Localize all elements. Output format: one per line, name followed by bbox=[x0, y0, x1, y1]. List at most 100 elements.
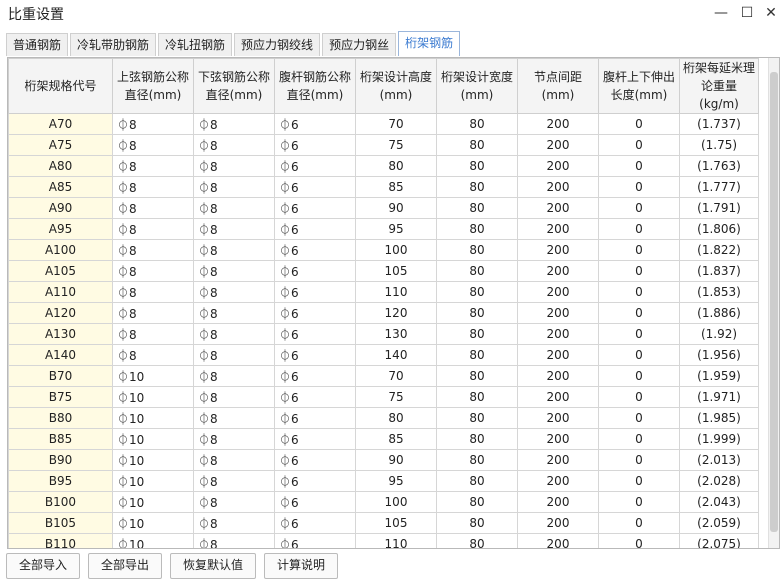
table-cell[interactable]: ⏀8 bbox=[112, 323, 194, 345]
table-cell[interactable]: 95 bbox=[355, 218, 437, 240]
table-cell[interactable]: ⏀10 bbox=[112, 407, 194, 429]
table-cell[interactable]: 200 bbox=[517, 344, 599, 366]
table-cell[interactable]: 80 bbox=[436, 533, 518, 548]
table-cell[interactable]: 80 bbox=[436, 197, 518, 219]
table-cell[interactable]: 80 bbox=[436, 428, 518, 450]
table-cell[interactable]: A85 bbox=[8, 176, 113, 198]
table-cell[interactable]: ⏀8 bbox=[193, 302, 275, 324]
table-cell[interactable]: A120 bbox=[8, 302, 113, 324]
table-cell[interactable]: 80 bbox=[436, 386, 518, 408]
column-header[interactable]: 桁架每延米理论重量(kg/m) bbox=[679, 58, 759, 114]
table-row[interactable]: B70 ⏀10 ⏀8 ⏀6 70 80 200 0 (1.959) bbox=[8, 365, 759, 387]
tab-3[interactable]: 预应力钢绞线 bbox=[234, 33, 321, 56]
table-cell[interactable]: 80 bbox=[436, 281, 518, 303]
table-cell[interactable]: 200 bbox=[517, 533, 599, 548]
column-header[interactable]: 腹杆钢筋公称直径(mm) bbox=[274, 58, 356, 114]
table-cell[interactable]: A80 bbox=[8, 155, 113, 177]
table-cell[interactable]: ⏀8 bbox=[112, 281, 194, 303]
table-cell[interactable]: ⏀6 bbox=[274, 281, 356, 303]
table-cell[interactable]: 0 bbox=[598, 323, 680, 345]
table-cell[interactable]: ⏀8 bbox=[112, 302, 194, 324]
table-cell[interactable]: (2.013) bbox=[679, 449, 759, 471]
table-cell[interactable]: (1.92) bbox=[679, 323, 759, 345]
table-cell[interactable]: 0 bbox=[598, 365, 680, 387]
table-cell[interactable]: ⏀6 bbox=[274, 323, 356, 345]
table-cell[interactable]: 80 bbox=[436, 344, 518, 366]
table-cell[interactable]: 0 bbox=[598, 302, 680, 324]
table-cell[interactable]: 200 bbox=[517, 386, 599, 408]
table-cell[interactable]: 80 bbox=[436, 302, 518, 324]
table-cell[interactable]: 80 bbox=[436, 134, 518, 156]
table-cell[interactable]: ⏀10 bbox=[112, 470, 194, 492]
table-cell[interactable]: B70 bbox=[8, 365, 113, 387]
table-cell[interactable]: B80 bbox=[8, 407, 113, 429]
table-cell[interactable]: ⏀8 bbox=[193, 533, 275, 548]
table-cell[interactable]: A95 bbox=[8, 218, 113, 240]
table-cell[interactable]: 200 bbox=[517, 323, 599, 345]
tab-2[interactable]: 冷轧扭钢筋 bbox=[158, 33, 233, 56]
table-cell[interactable]: ⏀8 bbox=[193, 281, 275, 303]
table-cell[interactable]: ⏀8 bbox=[112, 176, 194, 198]
table-cell[interactable]: ⏀6 bbox=[274, 449, 356, 471]
table-cell[interactable]: ⏀8 bbox=[193, 239, 275, 261]
table-cell[interactable]: 0 bbox=[598, 491, 680, 513]
table-cell[interactable]: (2.059) bbox=[679, 512, 759, 534]
column-header[interactable]: 节点间距(mm) bbox=[517, 58, 599, 114]
table-cell[interactable]: ⏀8 bbox=[193, 155, 275, 177]
table-row[interactable]: A70 ⏀8 ⏀8 ⏀6 70 80 200 0 (1.737) bbox=[8, 113, 759, 135]
table-cell[interactable]: 70 bbox=[355, 113, 437, 135]
table-cell[interactable]: ⏀8 bbox=[193, 512, 275, 534]
table-cell[interactable]: (1.837) bbox=[679, 260, 759, 282]
table-cell[interactable]: ⏀8 bbox=[193, 323, 275, 345]
table-cell[interactable]: ⏀6 bbox=[274, 260, 356, 282]
table-cell[interactable]: 80 bbox=[436, 323, 518, 345]
table-cell[interactable]: (2.043) bbox=[679, 491, 759, 513]
table-cell[interactable]: 75 bbox=[355, 386, 437, 408]
table-cell[interactable]: (1.791) bbox=[679, 197, 759, 219]
table-cell[interactable]: 80 bbox=[436, 512, 518, 534]
action-button-0[interactable]: 全部导入 bbox=[6, 553, 81, 579]
table-cell[interactable]: (1.959) bbox=[679, 365, 759, 387]
table-cell[interactable]: 80 bbox=[436, 491, 518, 513]
table-cell[interactable]: A130 bbox=[8, 323, 113, 345]
table-row[interactable]: A120 ⏀8 ⏀8 ⏀6 120 80 200 0 (1.886) bbox=[8, 302, 759, 324]
table-cell[interactable]: ⏀6 bbox=[274, 386, 356, 408]
table-cell[interactable]: ⏀6 bbox=[274, 533, 356, 548]
table-cell[interactable]: A110 bbox=[8, 281, 113, 303]
table-cell[interactable]: 80 bbox=[436, 155, 518, 177]
column-header[interactable]: 桁架规格代号 bbox=[8, 58, 113, 114]
table-cell[interactable]: 90 bbox=[355, 449, 437, 471]
table-cell[interactable]: ⏀6 bbox=[274, 218, 356, 240]
table-cell[interactable]: 200 bbox=[517, 470, 599, 492]
table-cell[interactable]: ⏀10 bbox=[112, 512, 194, 534]
table-cell[interactable]: A100 bbox=[8, 239, 113, 261]
table-cell[interactable]: ⏀8 bbox=[193, 428, 275, 450]
table-cell[interactable]: ⏀8 bbox=[193, 134, 275, 156]
table-cell[interactable]: 80 bbox=[436, 239, 518, 261]
action-button-3[interactable]: 计算说明 bbox=[264, 553, 339, 579]
table-cell[interactable]: ⏀10 bbox=[112, 428, 194, 450]
table-cell[interactable]: 80 bbox=[436, 260, 518, 282]
tab-1[interactable]: 冷轧带肋钢筋 bbox=[70, 33, 157, 56]
table-cell[interactable]: 80 bbox=[436, 449, 518, 471]
table-cell[interactable]: 75 bbox=[355, 134, 437, 156]
table-cell[interactable]: ⏀6 bbox=[274, 197, 356, 219]
table-cell[interactable]: 80 bbox=[436, 113, 518, 135]
table-cell[interactable]: 95 bbox=[355, 470, 437, 492]
table-cell[interactable]: ⏀8 bbox=[112, 344, 194, 366]
table-cell[interactable]: (1.75) bbox=[679, 134, 759, 156]
table-cell[interactable]: B85 bbox=[8, 428, 113, 450]
table-row[interactable]: B95 ⏀10 ⏀8 ⏀6 95 80 200 0 (2.028) bbox=[8, 470, 759, 492]
table-cell[interactable]: ⏀6 bbox=[274, 491, 356, 513]
scrollbar-thumb[interactable] bbox=[770, 72, 778, 532]
table-cell[interactable]: ⏀6 bbox=[274, 113, 356, 135]
table-cell[interactable]: (1.956) bbox=[679, 344, 759, 366]
column-header[interactable]: 上弦钢筋公称直径(mm) bbox=[112, 58, 194, 114]
table-cell[interactable]: 0 bbox=[598, 512, 680, 534]
action-button-1[interactable]: 全部导出 bbox=[88, 553, 163, 579]
table-cell[interactable]: 200 bbox=[517, 218, 599, 240]
table-cell[interactable]: 200 bbox=[517, 449, 599, 471]
table-row[interactable]: A140 ⏀8 ⏀8 ⏀6 140 80 200 0 (1.956) bbox=[8, 344, 759, 366]
column-header[interactable]: 下弦钢筋公称直径(mm) bbox=[193, 58, 275, 114]
table-cell[interactable]: 100 bbox=[355, 239, 437, 261]
